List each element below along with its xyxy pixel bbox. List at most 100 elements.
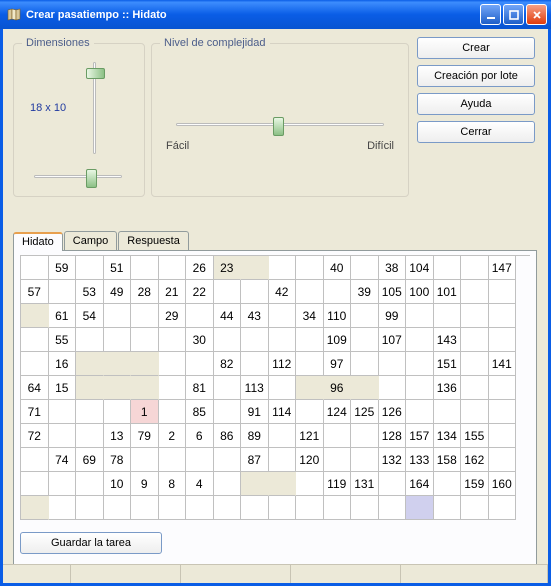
grid-cell[interactable]	[489, 496, 517, 520]
grid-cell[interactable]: 120	[296, 448, 324, 472]
grid-cell[interactable]	[159, 448, 187, 472]
grid-cell[interactable]: 125	[351, 400, 379, 424]
minimize-button[interactable]	[480, 4, 501, 25]
grid-cell[interactable]	[21, 472, 49, 496]
grid-cell[interactable]	[351, 448, 379, 472]
close-dialog-button[interactable]: Cerrar	[417, 121, 535, 143]
grid-cell[interactable]	[76, 424, 104, 448]
grid-cell[interactable]	[489, 376, 517, 400]
grid-cell[interactable]	[489, 304, 517, 328]
grid-cell[interactable]	[21, 496, 49, 520]
grid-cell[interactable]	[159, 256, 187, 280]
grid-cell[interactable]: 159	[461, 472, 489, 496]
grid-cell[interactable]	[351, 352, 379, 376]
grid-cell[interactable]	[461, 256, 489, 280]
grid-cell[interactable]	[351, 376, 379, 400]
grid-cell[interactable]: 151	[434, 352, 462, 376]
grid-cell[interactable]: 121	[296, 424, 324, 448]
grid-cell[interactable]	[104, 352, 132, 376]
grid-cell[interactable]	[351, 496, 379, 520]
grid-cell[interactable]: 82	[214, 352, 242, 376]
grid-cell[interactable]	[351, 328, 379, 352]
grid-cell[interactable]	[214, 328, 242, 352]
grid-cell[interactable]	[489, 328, 517, 352]
tab-campo[interactable]: Campo	[64, 231, 117, 250]
grid-cell[interactable]	[324, 496, 352, 520]
grid-cell[interactable]	[131, 376, 159, 400]
grid-cell[interactable]: 105	[379, 280, 407, 304]
grid-cell[interactable]: 119	[324, 472, 352, 496]
grid-cell[interactable]: 57	[21, 280, 49, 304]
grid-cell[interactable]	[241, 352, 269, 376]
grid-cell[interactable]	[296, 472, 324, 496]
grid-cell[interactable]	[186, 496, 214, 520]
save-task-button[interactable]: Guardar la tarea	[20, 532, 162, 554]
grid-cell[interactable]	[434, 304, 462, 328]
grid-cell[interactable]	[104, 496, 132, 520]
grid-cell[interactable]	[131, 352, 159, 376]
grid-cell[interactable]	[351, 304, 379, 328]
grid-cell[interactable]: 34	[296, 304, 324, 328]
grid-cell[interactable]	[296, 376, 324, 400]
dimensions-vertical-slider[interactable]	[84, 58, 106, 158]
hidato-grid[interactable]: 5951262340381041475753492821224239105100…	[20, 255, 530, 520]
grid-cell[interactable]: 112	[269, 352, 297, 376]
dimensions-horizontal-slider[interactable]	[28, 166, 128, 188]
grid-cell[interactable]	[159, 400, 187, 424]
grid-cell[interactable]	[131, 448, 159, 472]
grid-cell[interactable]	[131, 496, 159, 520]
grid-cell[interactable]	[461, 352, 489, 376]
grid-cell[interactable]	[49, 496, 77, 520]
grid-cell[interactable]	[104, 376, 132, 400]
grid-cell[interactable]	[76, 496, 104, 520]
grid-cell[interactable]: 87	[241, 448, 269, 472]
grid-cell[interactable]	[49, 280, 77, 304]
grid-cell[interactable]	[186, 448, 214, 472]
grid-cell[interactable]: 4	[186, 472, 214, 496]
grid-cell[interactable]	[269, 304, 297, 328]
grid-cell[interactable]: 74	[49, 448, 77, 472]
grid-cell[interactable]	[296, 256, 324, 280]
grid-cell[interactable]: 51	[104, 256, 132, 280]
grid-cell[interactable]	[186, 352, 214, 376]
grid-cell[interactable]	[461, 280, 489, 304]
grid-cell[interactable]	[296, 496, 324, 520]
grid-cell[interactable]: 49	[104, 280, 132, 304]
grid-cell[interactable]: 59	[49, 256, 77, 280]
grid-cell[interactable]	[21, 328, 49, 352]
grid-cell[interactable]	[214, 496, 242, 520]
grid-cell[interactable]	[489, 424, 517, 448]
grid-cell[interactable]: 21	[159, 280, 187, 304]
grid-cell[interactable]: 99	[379, 304, 407, 328]
grid-cell[interactable]	[269, 376, 297, 400]
grid-cell[interactable]: 134	[434, 424, 462, 448]
grid-cell[interactable]	[324, 448, 352, 472]
grid-cell[interactable]	[241, 256, 269, 280]
grid-cell[interactable]	[21, 352, 49, 376]
grid-cell[interactable]: 44	[214, 304, 242, 328]
grid-cell[interactable]	[104, 304, 132, 328]
grid-cell[interactable]: 79	[131, 424, 159, 448]
grid-cell[interactable]	[131, 256, 159, 280]
grid-cell[interactable]	[434, 496, 462, 520]
grid-cell[interactable]	[296, 280, 324, 304]
grid-cell[interactable]: 114	[269, 400, 297, 424]
grid-cell[interactable]	[406, 352, 434, 376]
grid-cell[interactable]: 160	[489, 472, 517, 496]
grid-cell[interactable]	[76, 328, 104, 352]
grid-cell[interactable]: 124	[324, 400, 352, 424]
grid-cell[interactable]: 110	[324, 304, 352, 328]
grid-cell[interactable]	[406, 496, 434, 520]
grid-cell[interactable]: 96	[324, 376, 352, 400]
grid-cell[interactable]	[296, 400, 324, 424]
grid-cell[interactable]	[159, 328, 187, 352]
grid-cell[interactable]	[214, 280, 242, 304]
grid-cell[interactable]	[21, 448, 49, 472]
grid-cell[interactable]	[461, 376, 489, 400]
grid-cell[interactable]: 89	[241, 424, 269, 448]
grid-cell[interactable]: 141	[489, 352, 517, 376]
grid-cell[interactable]	[214, 448, 242, 472]
tab-respuesta[interactable]: Respuesta	[118, 231, 189, 250]
grid-cell[interactable]: 164	[406, 472, 434, 496]
grid-cell[interactable]: 28	[131, 280, 159, 304]
